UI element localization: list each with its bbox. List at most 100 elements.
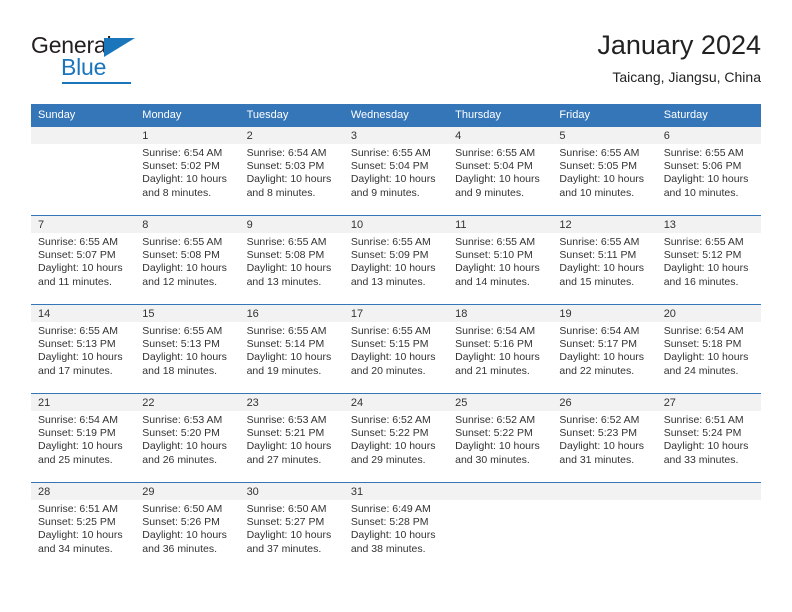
sunset-text: Sunset: 5:19 PM (38, 427, 116, 440)
day-cell[interactable]: 19 Sunrise: 6:54 AM Sunset: 5:17 PM Dayligh… (552, 304, 657, 393)
day-cell[interactable]: 12 Sunrise: 6:55 AM Sunset: 5:11 PM Dayligh… (552, 215, 657, 304)
day-number: 30 (239, 483, 344, 500)
logo-triangle-icon (104, 38, 135, 57)
day-cell[interactable]: 10 Sunrise: 6:55 AM Sunset: 5:09 PM Dayligh… (343, 215, 449, 304)
day-cell[interactable]: 23 Sunrise: 6:53 AM Sunset: 5:21 PM Dayligh… (239, 393, 344, 482)
day-cell[interactable]: 22 Sunrise: 6:53 AM Sunset: 5:20 PM Dayligh… (135, 393, 240, 482)
day-cell[interactable]: 2 Sunrise: 6:54 AM Sunset: 5:03 PM Daylight… (239, 126, 344, 215)
day-cell[interactable]: 21 Sunrise: 6:54 AM Sunset: 5:19 PM Dayligh… (31, 393, 136, 482)
day-cell[interactable]: 4 Sunrise: 6:55 AM Sunset: 5:04 PM Daylight… (448, 126, 553, 215)
day-cell[interactable]: 25 Sunrise: 6:52 AM Sunset: 5:22 PM Dayligh… (448, 393, 553, 482)
week-row: 7 Sunrise: 6:55 AM Sunset: 5:07 PM Daylight… (31, 215, 761, 304)
day-cell[interactable]: 29 Sunrise: 6:50 AM Sunset: 5:26 PM Dayligh… (135, 482, 240, 571)
day-cell[interactable]: 5 Sunrise: 6:55 AM Sunset: 5:05 PM Daylight… (552, 126, 657, 215)
sunset-text: Sunset: 5:12 PM (663, 249, 742, 262)
sunset-text: Sunset: 5:20 PM (142, 427, 220, 440)
sunset-text: Sunset: 5:25 PM (38, 516, 116, 529)
sunset-text: Sunset: 5:02 PM (142, 160, 220, 173)
day-cell[interactable] (552, 482, 657, 571)
day-number: 25 (448, 394, 553, 411)
sunset-text: Sunset: 5:03 PM (246, 160, 325, 173)
day-cell[interactable] (31, 126, 136, 215)
day-cell[interactable]: 1 Sunrise: 6:54 AM Sunset: 5:02 PM Daylight… (135, 126, 240, 215)
daylight-text: Daylight: 10 hours and 38 minutes. (350, 529, 436, 555)
day-cell[interactable]: 15 Sunrise: 6:55 AM Sunset: 5:13 PM Dayligh… (135, 304, 240, 393)
daylight-text: Daylight: 10 hours and 8 minutes. (142, 173, 227, 199)
daylight-text: Daylight: 10 hours and 24 minutes. (663, 351, 749, 377)
daylight-text: Daylight: 10 hours and 33 minutes. (663, 440, 749, 466)
day-cell[interactable]: 9 Sunrise: 6:55 AM Sunset: 5:08 PM Daylight… (239, 215, 344, 304)
day-cell[interactable]: 16 Sunrise: 6:55 AM Sunset: 5:14 PM Dayligh… (239, 304, 344, 393)
sunrise-text: Sunrise: 6:49 AM (350, 503, 431, 515)
day-number (448, 483, 553, 500)
weekday-header-monday: Monday (135, 104, 240, 126)
sunrise-text: Sunrise: 6:55 AM (246, 325, 327, 337)
day-cell[interactable]: 24 Sunrise: 6:52 AM Sunset: 5:22 PM Dayligh… (343, 393, 449, 482)
sunrise-text: Sunrise: 6:52 AM (455, 414, 536, 426)
sunrise-text: Sunrise: 6:52 AM (350, 414, 431, 426)
weekday-header-thursday: Thursday (448, 104, 553, 126)
daylight-text: Daylight: 10 hours and 21 minutes. (455, 351, 540, 377)
sunset-text: Sunset: 5:15 PM (350, 338, 429, 351)
day-number: 16 (239, 305, 344, 322)
day-cell[interactable]: 8 Sunrise: 6:55 AM Sunset: 5:08 PM Daylight… (135, 215, 240, 304)
sunrise-text: Sunrise: 6:50 AM (246, 503, 327, 515)
daylight-text: Daylight: 10 hours and 9 minutes. (455, 173, 540, 199)
sunset-text: Sunset: 5:18 PM (663, 338, 742, 351)
sunrise-text: Sunrise: 6:55 AM (663, 236, 744, 248)
daylight-text: Daylight: 10 hours and 29 minutes. (350, 440, 436, 466)
daylight-text: Daylight: 10 hours and 15 minutes. (559, 262, 645, 288)
day-number: 5 (552, 127, 657, 144)
sunrise-text: Sunrise: 6:53 AM (142, 414, 223, 426)
daylight-text: Daylight: 10 hours and 34 minutes. (38, 529, 123, 555)
calendar-page: General Blue January 2024 Taicang, Jiang… (0, 0, 792, 612)
daylight-text: Daylight: 10 hours and 18 minutes. (142, 351, 227, 377)
day-number: 23 (239, 394, 344, 411)
week-row: 21 Sunrise: 6:54 AM Sunset: 5:19 PM Dayligh… (31, 393, 761, 482)
daylight-text: Daylight: 10 hours and 36 minutes. (142, 529, 227, 555)
day-number: 24 (343, 394, 449, 411)
day-cell[interactable]: 14 Sunrise: 6:55 AM Sunset: 5:13 PM Dayligh… (31, 304, 136, 393)
title-block: January 2024 Taicang, Jiangsu, China (597, 28, 761, 87)
day-cell[interactable] (448, 482, 553, 571)
day-cell[interactable]: 20 Sunrise: 6:54 AM Sunset: 5:18 PM Dayligh… (656, 304, 761, 393)
day-cell[interactable]: 27 Sunrise: 6:51 AM Sunset: 5:24 PM Dayligh… (656, 393, 761, 482)
sunset-text: Sunset: 5:14 PM (246, 338, 325, 351)
weekday-header-tuesday: Tuesday (239, 104, 344, 126)
day-cell[interactable]: 6 Sunrise: 6:55 AM Sunset: 5:06 PM Daylight… (656, 126, 761, 215)
day-number: 11 (448, 216, 553, 233)
sunset-text: Sunset: 5:13 PM (142, 338, 220, 351)
day-cell[interactable]: 26 Sunrise: 6:52 AM Sunset: 5:23 PM Dayligh… (552, 393, 657, 482)
day-cell[interactable]: 3 Sunrise: 6:55 AM Sunset: 5:04 PM Daylight… (343, 126, 449, 215)
day-cell[interactable]: 31 Sunrise: 6:49 AM Sunset: 5:28 PM Dayligh… (343, 482, 449, 571)
day-number: 28 (31, 483, 136, 500)
sunrise-text: Sunrise: 6:51 AM (38, 503, 118, 515)
week-row: 14 Sunrise: 6:55 AM Sunset: 5:13 PM Dayligh… (31, 304, 761, 393)
day-number: 18 (448, 305, 553, 322)
day-cell[interactable] (656, 482, 761, 571)
day-cell[interactable]: 30 Sunrise: 6:50 AM Sunset: 5:27 PM Dayligh… (239, 482, 344, 571)
sunrise-text: Sunrise: 6:55 AM (455, 236, 536, 248)
sunset-text: Sunset: 5:24 PM (663, 427, 742, 440)
day-number: 31 (343, 483, 449, 500)
day-number: 20 (656, 305, 761, 322)
day-cell[interactable]: 7 Sunrise: 6:55 AM Sunset: 5:07 PM Daylight… (31, 215, 136, 304)
page-title: January 2024 (597, 30, 761, 60)
sunrise-text: Sunrise: 6:54 AM (142, 147, 223, 159)
day-cell[interactable]: 17 Sunrise: 6:55 AM Sunset: 5:15 PM Dayligh… (343, 304, 449, 393)
day-cell[interactable]: 28 Sunrise: 6:51 AM Sunset: 5:25 PM Dayligh… (31, 482, 136, 571)
day-number: 2 (239, 127, 344, 144)
sunrise-text: Sunrise: 6:54 AM (246, 147, 327, 159)
day-number: 12 (552, 216, 657, 233)
sunrise-text: Sunrise: 6:55 AM (350, 325, 431, 337)
daylight-text: Daylight: 10 hours and 10 minutes. (663, 173, 749, 199)
sunset-text: Sunset: 5:22 PM (455, 427, 533, 440)
day-cell[interactable]: 18 Sunrise: 6:54 AM Sunset: 5:16 PM Dayligh… (448, 304, 553, 393)
sunset-text: Sunset: 5:27 PM (246, 516, 325, 529)
sunrise-text: Sunrise: 6:55 AM (455, 147, 536, 159)
weekday-header-wednesday: Wednesday (343, 104, 449, 126)
day-cell[interactable]: 13 Sunrise: 6:55 AM Sunset: 5:12 PM Dayligh… (656, 215, 761, 304)
sunset-text: Sunset: 5:10 PM (455, 249, 533, 262)
day-cell[interactable]: 11 Sunrise: 6:55 AM Sunset: 5:10 PM Dayligh… (448, 215, 553, 304)
weekday-header-saturday: Saturday (656, 104, 761, 126)
